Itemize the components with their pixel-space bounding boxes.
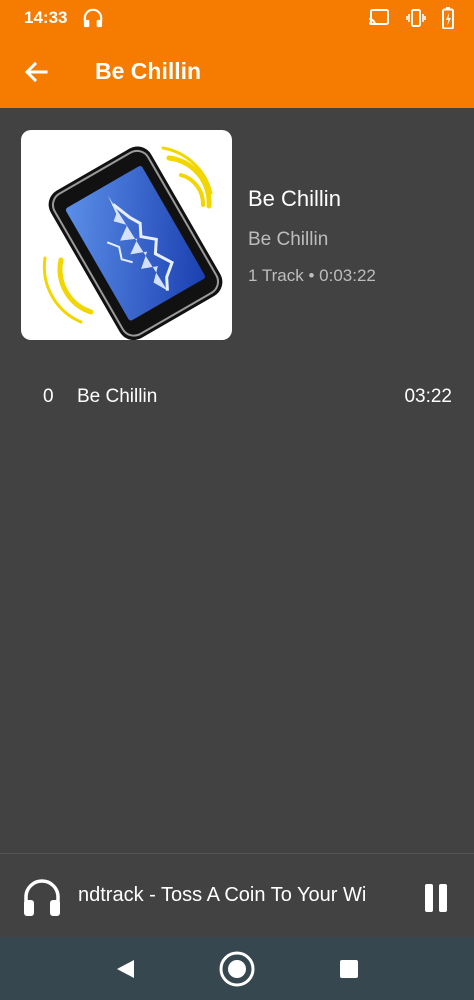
- page-title: Be Chillin: [95, 58, 202, 84]
- track-title: Be Chillin: [77, 386, 158, 407]
- home-circle-icon[interactable]: [218, 950, 256, 988]
- system-nav-bar: [0, 937, 474, 1000]
- headphones-icon: [83, 8, 103, 28]
- status-bar: 14:33: [0, 0, 474, 36]
- album-title: Be Chillin: [248, 186, 341, 211]
- now-playing-text: ndtrack - Toss A Coin To Your Wi: [78, 884, 367, 906]
- pause-icon[interactable]: [420, 880, 452, 916]
- arrow-back-icon[interactable]: [20, 56, 52, 88]
- app-bar: Be Chillin: [0, 36, 474, 108]
- back-triangle-icon[interactable]: [114, 957, 138, 981]
- vibrate-icon: [406, 9, 426, 27]
- album-track-info: 1 Track • 0:03:22: [248, 266, 376, 285]
- vibrating-phone-icon: [42, 146, 223, 340]
- album-artist: Be Chillin: [248, 229, 329, 250]
- status-icons: [368, 7, 454, 29]
- battery-icon: [442, 7, 454, 29]
- status-time: 14:33: [24, 8, 68, 27]
- track-row[interactable]: 0 Be Chillin 03:22: [0, 372, 474, 424]
- mini-player[interactable]: ndtrack - Toss A Coin To Your Wi: [0, 853, 474, 938]
- now-playing-title: ndtrack - Toss A Coin To Your Wi: [78, 884, 390, 912]
- track-number: 0: [43, 386, 54, 407]
- headphones-icon: [24, 879, 60, 916]
- cast-icon: [368, 9, 389, 26]
- album-cover[interactable]: [21, 130, 232, 340]
- track-duration: 03:22: [404, 386, 452, 407]
- recents-square-icon[interactable]: [339, 959, 359, 979]
